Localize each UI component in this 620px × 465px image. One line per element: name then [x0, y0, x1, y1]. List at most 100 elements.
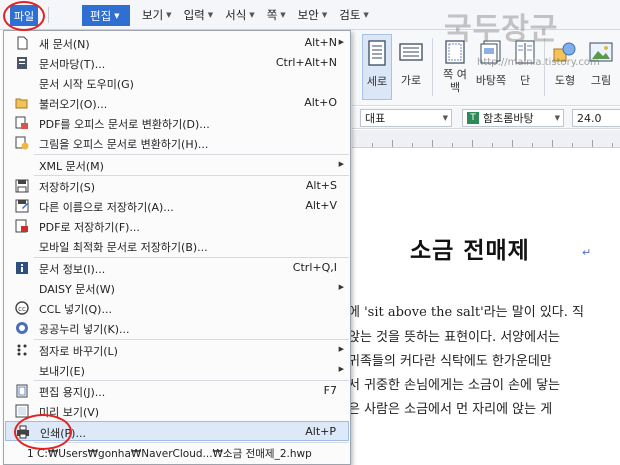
chevron-down-icon: ▼ [207, 11, 214, 19]
document-text-line: 에 'sit above the salt'라는 말이 있다. 직 [348, 305, 584, 320]
menu-item-send[interactable]: 보내기(E) ▶ [5, 360, 349, 380]
portrait-label: 세로 [366, 75, 388, 88]
menu-item-ccl[interactable]: cc CCL 넣기(Q)... [5, 298, 349, 318]
ccl-icon: cc [15, 301, 29, 315]
menu-group: 보기 ▼ 입력 ▼ 서식 ▼ 쪽 ▼ 보안 ▼ 검토 ▼ [138, 4, 377, 26]
template-icon [15, 56, 29, 70]
ruler-tick [512, 140, 513, 147]
document-info-icon [15, 261, 29, 275]
ruler-tick [412, 143, 413, 147]
ruler-tick [372, 143, 373, 147]
menu-item-save-mobile[interactable]: 모바일 최적화 문서로 저장하기(B)... [5, 236, 349, 256]
column-label: 단 [519, 74, 531, 87]
ruler-tick [432, 140, 433, 147]
chevron-down-icon: ▼ [554, 114, 560, 122]
font-select[interactable]: T 함초롬바탕 ▼ [462, 109, 564, 127]
svg-text:cc: cc [18, 305, 26, 313]
menu-edit-label: 편집 [90, 8, 112, 23]
image-convert-icon [15, 136, 29, 150]
document-text-line: 서 귀중한 손님에게는 소금이 손에 닿는 [348, 378, 561, 393]
page-setup-icon [15, 384, 29, 398]
menu-item-document-info[interactable]: 문서 정보(I)... Ctrl+Q,I [5, 258, 349, 278]
save-icon [15, 179, 29, 193]
landscape-page-icon [398, 37, 424, 67]
ruler [352, 130, 620, 148]
new-document-icon [15, 36, 29, 50]
format-toolbar: 대표 ▼ T 함초롬바탕 ▼ 24.0 [352, 107, 620, 129]
menu-separator [48, 7, 49, 23]
save-pdf-icon [15, 219, 29, 233]
menu-item-save-as[interactable]: 다른 이름으로 저장하기(A)... Alt+V [5, 196, 349, 216]
chevron-down-icon: ▼ [442, 114, 448, 122]
ruler-tick [492, 143, 493, 147]
ruler-tick [392, 140, 393, 147]
ruler-tick [592, 140, 593, 147]
document-text-line: 귀족들의 커다란 식탁에도 한가운데만 [348, 354, 552, 369]
menu-item-save[interactable]: 저장하기(S) Alt+S [5, 176, 349, 196]
ruler-tick [612, 143, 613, 147]
open-folder-icon [15, 96, 29, 110]
font-value: 함초롬바탕 [483, 112, 534, 125]
chevron-down-icon: ▼ [363, 11, 369, 19]
ruler-tick [572, 143, 573, 147]
menu-item-daisy[interactable]: DAISY 문서(W) ▶ [5, 278, 349, 298]
page-margin-label: 쪽 여백 [443, 68, 467, 94]
kogl-icon [15, 321, 29, 335]
portrait-button[interactable]: 세로 [362, 34, 392, 100]
paragraph-mark-icon: ↵ [582, 246, 592, 259]
shape-label: 도형 [554, 74, 576, 87]
chevron-right-icon: ▶ [338, 365, 344, 373]
style-value: 대표 [365, 112, 386, 125]
menu-item-start-wizard[interactable]: 문서 시작 도우미(G) [5, 73, 349, 93]
pdf-convert-icon [15, 116, 29, 130]
ruler-tick [532, 143, 533, 147]
font-type-icon: T [467, 112, 479, 124]
document-title: 소금 전매제 [410, 238, 530, 264]
watermark-text: 국두장군 [444, 12, 559, 47]
menu-format[interactable]: 서식 ▼ [221, 4, 259, 26]
document-canvas[interactable]: 소금 전매제 ↵ 에 'sit above the salt'라는 말이 있다.… [344, 149, 620, 465]
chevron-down-icon: ▼ [166, 11, 172, 19]
menu-item-pdf-convert[interactable]: PDF를 오피스 문서로 변환하기(D)... [5, 113, 349, 133]
chevron-right-icon: ▶ [338, 283, 344, 291]
file-menu-dropdown: 새 문서(N) Alt+N ▶ 문서마당(T)... Ctrl+Alt+N 문서… [3, 30, 351, 465]
ruler-tick [452, 143, 453, 147]
font-size-input[interactable]: 24.0 [572, 109, 620, 127]
document-text-line: 앉는 것을 뜻하는 표현이다. 서양에서는 [348, 330, 561, 345]
menu-item-save-pdf[interactable]: PDF로 저장하기(F)... [5, 216, 349, 236]
highlight-circle [14, 414, 72, 450]
menu-edit[interactable]: 편집 ▼ [82, 5, 130, 26]
chevron-down-icon: ▼ [321, 11, 328, 19]
menu-item-open[interactable]: 불러오기(O)... Alt+O [5, 93, 349, 113]
chevron-down-icon: ▼ [249, 11, 255, 19]
chevron-right-icon: ▶ [338, 160, 344, 168]
ruler-tick [552, 140, 553, 147]
style-select[interactable]: 대표 ▼ [360, 109, 452, 127]
menu-item-page-setup[interactable]: 편집 용지(J)... F7 [5, 381, 349, 401]
ruler-tick [472, 140, 473, 147]
menu-item-image-convert[interactable]: 그림을 오피스 문서로 변환하기(H)... [5, 133, 349, 153]
chevron-down-icon: ▼ [114, 11, 120, 20]
document-text-line: 은 사람은 소금에서 먼 자리에 앉는 게 [348, 402, 553, 417]
braille-icon [15, 343, 29, 357]
highlight-circle [3, 1, 45, 31]
menu-item-template[interactable]: 문서마당(T)... Ctrl+Alt+N [5, 53, 349, 73]
menu-item-braille[interactable]: 점자로 바꾸기(L) ▶ [5, 340, 349, 360]
landscape-button[interactable]: 가로 [396, 34, 426, 100]
menu-review[interactable]: 검토 ▼ [335, 4, 373, 26]
watermark-url: http://mainia.tistory.com [477, 57, 600, 68]
menu-page[interactable]: 쪽 ▼ [263, 4, 290, 26]
chevron-right-icon: ▶ [338, 345, 344, 353]
menu-item-new-document[interactable]: 새 문서(N) Alt+N ▶ [5, 33, 349, 53]
font-size-value: 24.0 [577, 111, 602, 125]
menu-view[interactable]: 보기 ▼ [138, 4, 176, 26]
menu-item-kogl[interactable]: 공공누리 넣기(K)... [5, 318, 349, 338]
master-page-label: 바탕쪽 [475, 74, 507, 87]
save-as-icon [15, 199, 29, 213]
chevron-right-icon: ▶ [338, 38, 344, 46]
portrait-page-icon [364, 38, 390, 68]
landscape-label: 가로 [400, 74, 422, 87]
menu-security[interactable]: 보안 ▼ [294, 4, 332, 26]
menu-item-xml[interactable]: XML 문서(M) ▶ [5, 155, 349, 175]
menu-insert[interactable]: 입력 ▼ [180, 4, 218, 26]
